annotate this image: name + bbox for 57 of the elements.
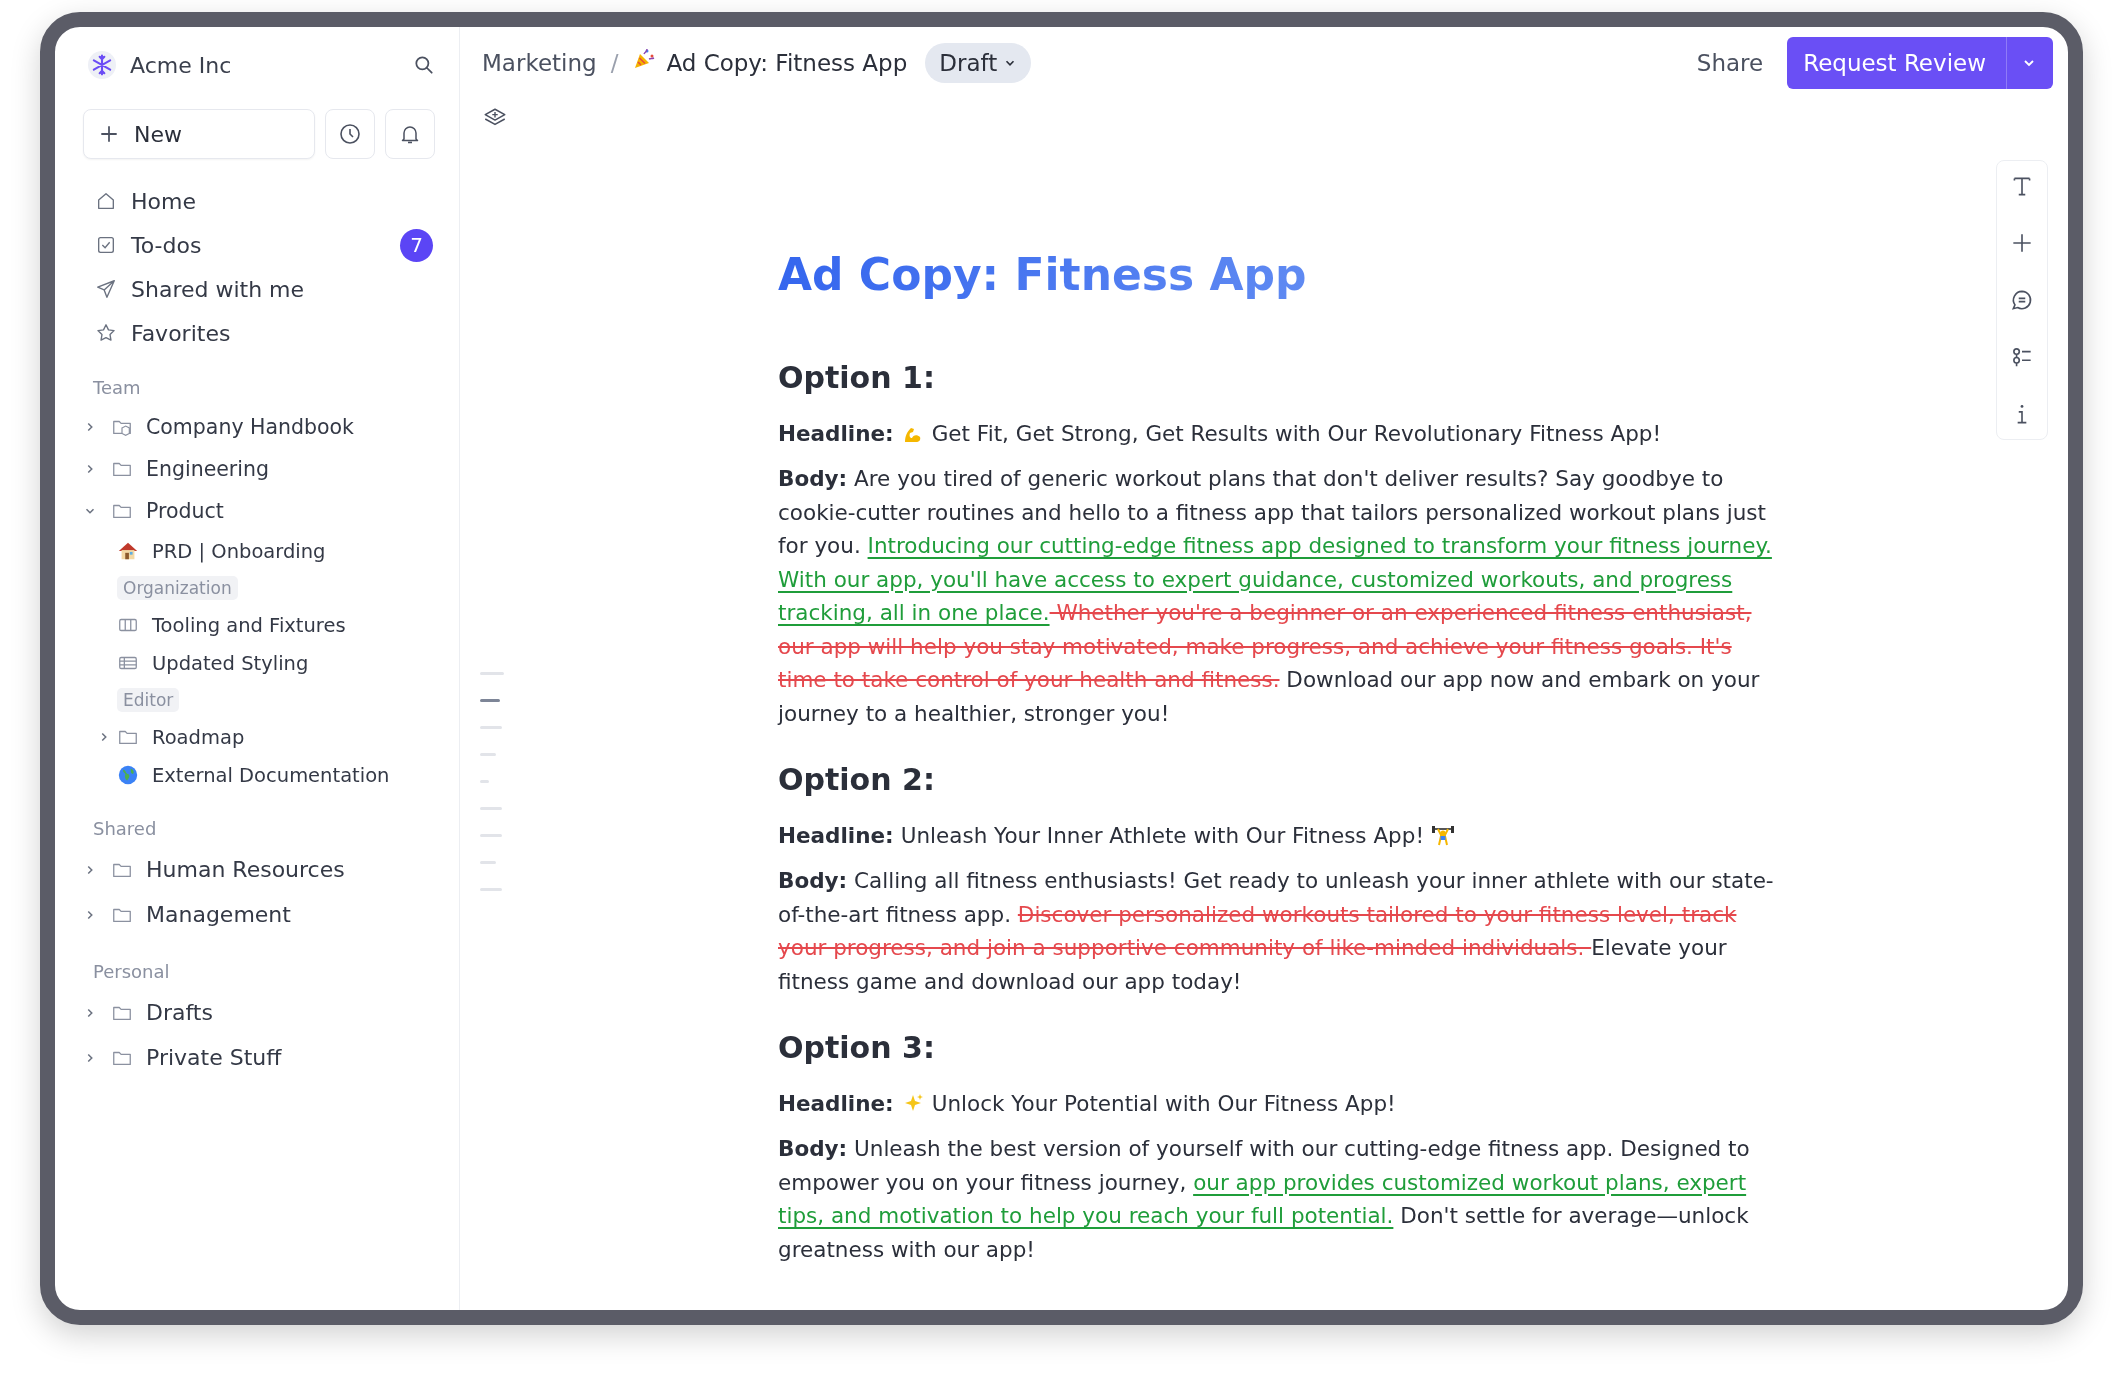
nav-item[interactable]: Favorites — [83, 311, 435, 355]
request-review-button[interactable]: Request Review — [1787, 37, 2053, 89]
paper-plane-icon — [95, 278, 117, 300]
status-dropdown[interactable]: Draft — [925, 43, 1032, 83]
headline-label: Headline: — [778, 1090, 894, 1118]
workspace-name[interactable]: Acme Inc — [130, 52, 232, 78]
search-icon[interactable] — [413, 54, 435, 76]
section-heading: Shared — [93, 818, 158, 839]
new-button[interactable]: New — [83, 109, 315, 159]
plus-icon — [98, 123, 120, 145]
headline-label: Headline: — [778, 420, 894, 448]
clock-icon — [338, 122, 362, 146]
headline-text: Unlock Your Potential with Our Fitness App! — [931, 1090, 1396, 1118]
nav-item[interactable]: Shared with me — [83, 267, 435, 311]
tree-item[interactable]: Human Resources — [83, 847, 435, 892]
tree-item[interactable]: Drafts — [83, 990, 435, 1035]
weightlifter-icon — [1431, 824, 1455, 848]
headline-label: Headline: — [778, 822, 894, 850]
nav-item[interactable]: Home — [83, 179, 435, 223]
headline-text: Unleash Your Inner Athlete with Our Fitness App! — [900, 822, 1424, 850]
star-icon — [95, 322, 117, 344]
option-heading: Option 3: — [778, 1029, 936, 1067]
tree-item[interactable]: External Documentation — [83, 756, 435, 794]
tree-item[interactable]: Roadmap — [83, 718, 435, 756]
section-heading: Personal — [93, 961, 171, 982]
option-heading: Option 1: — [778, 359, 936, 397]
section-heading: Team — [93, 377, 142, 398]
history-button[interactable] — [325, 109, 375, 159]
breadcrumb-link[interactable]: Marketing — [482, 50, 597, 76]
tree-item[interactable]: Tooling and Fixtures — [83, 606, 435, 644]
tree-item[interactable]: Engineering — [83, 448, 435, 490]
body-paragraph: Body: Are you tired of generic workout plans that don't deliver results? Say goodbye to cookie-cutter routines and hello to a fitness app that tailors personalized workout plans just for you. Introducing our cutting-edge fitness app designed to transform your fitness journey. With our app, you'll have access to expert guidance, customized workouts, and progress tracking, all in one place. Whether you're a beginner or an experienced fitness enthusiast, our app will help you stay motivated, make progress, and achieve your fitness goals. It's time to take control of your health and fitness. Download our app now and embark on your journey to a healthier, stronger you! — [778, 465, 1773, 728]
group-tag: Editor — [117, 688, 180, 712]
notifications-button[interactable] — [385, 109, 435, 159]
option-heading: Option 2: — [778, 761, 936, 799]
tree-item[interactable]: Updated Styling — [83, 644, 435, 682]
group-tag: Organization — [117, 576, 238, 600]
share-button[interactable]: Share — [1696, 50, 1764, 76]
checkbox-icon — [95, 234, 117, 256]
tree-item[interactable]: PRD | Onboarding — [83, 532, 435, 570]
tree-item[interactable]: Company Handbook — [83, 406, 435, 448]
snowflake-logo-icon — [88, 51, 116, 79]
count-badge: 7 — [400, 228, 433, 262]
tree-item[interactable]: Private Stuff — [83, 1035, 435, 1080]
house-icon — [95, 190, 117, 212]
page-title: Ad Copy: Fitness App — [666, 50, 908, 76]
body-paragraph: Body: Unleash the best version of yourself with our cutting-edge fitness app. Designed to empower you on your fitness journey, our app provides customized workout plans, expert tips, and motivation to help you reach your full potential. Don't settle for average—unlock greatness with our app! — [778, 1135, 1751, 1264]
body-paragraph: Body: Calling all fitness enthusiasts! Get ready to unleash your inner athlete with our state-of-the-art fitness app. Discover personalized workouts tailored to your fitness level, track your progress, and join a supportive community of like-minded individuals. Elevate your fitness game and download our app today! — [778, 867, 1775, 996]
outline-marker[interactable] — [480, 699, 500, 702]
headline-text: Get Fit, Get Strong, Get Results with Our Revolutionary Fitness App! — [931, 420, 1662, 448]
nav-item[interactable]: To-dos 7 — [83, 223, 435, 267]
breadcrumb-separator: / — [610, 50, 619, 76]
tree-item[interactable]: Management — [83, 892, 435, 937]
tree-item[interactable]: Product — [83, 490, 435, 532]
globe-icon — [117, 764, 139, 786]
party-popper-icon — [632, 47, 657, 71]
house-icon — [117, 540, 139, 562]
